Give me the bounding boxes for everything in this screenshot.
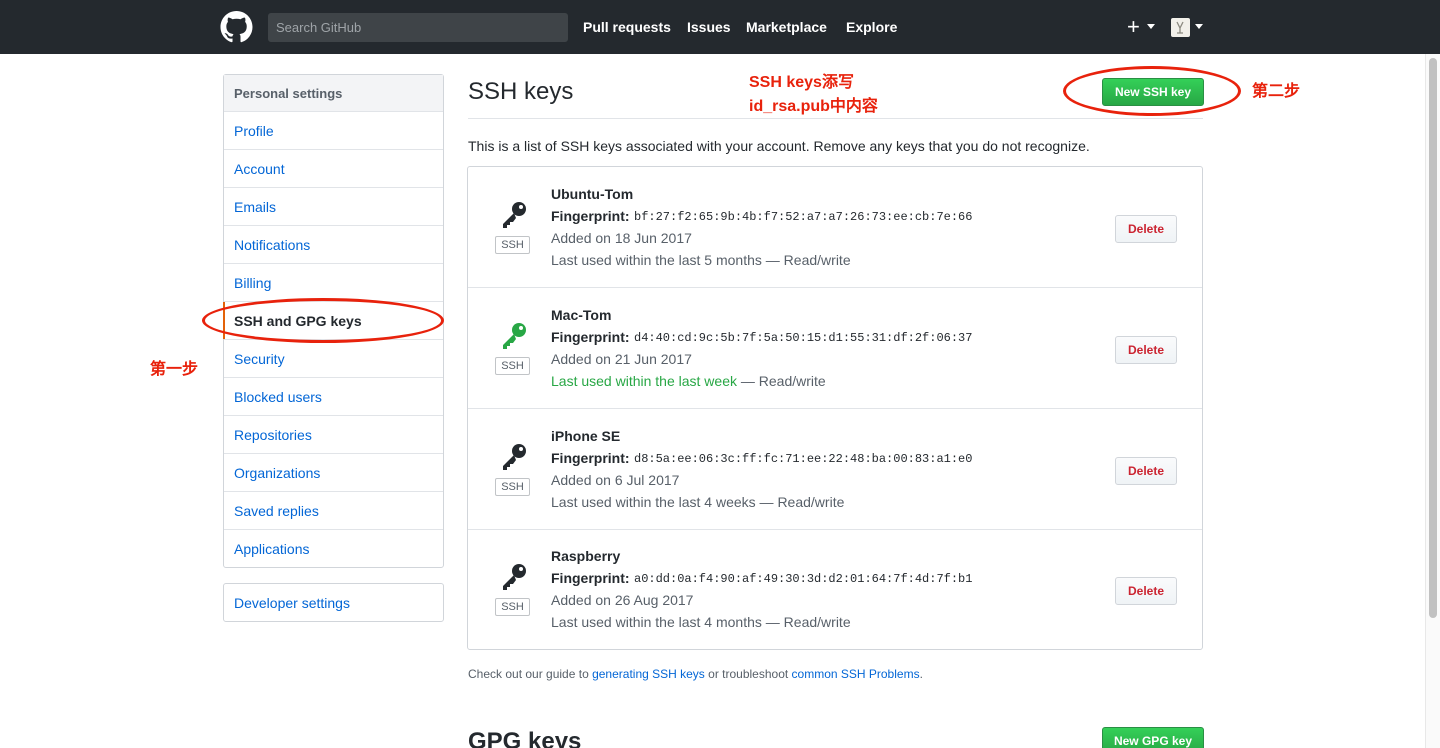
- sidebar-item-billing[interactable]: Billing: [224, 264, 443, 302]
- fingerprint-value: d8:5a:ee:06:3c:ff:fc:71:ee:22:48:ba:00:8…: [634, 452, 973, 466]
- last-used-text: Last used within the last 5 months: [551, 252, 762, 268]
- delete-key-button[interactable]: Delete: [1115, 457, 1177, 485]
- ssh-key-row: SSH iPhone SE Fingerprint: d8:5a:ee:06:3…: [468, 409, 1202, 530]
- ssh-keys-list: SSH Ubuntu-Tom Fingerprint: bf:27:f2:65:…: [467, 166, 1203, 650]
- access-text: — Read/write: [737, 373, 826, 389]
- page-title: SSH keys: [468, 78, 574, 105]
- key-last-used: Last used within the last 4 weeks — Read…: [551, 494, 844, 510]
- key-icon: [503, 323, 526, 349]
- fingerprint-label: Fingerprint:: [551, 570, 630, 586]
- ssh-badge: SSH: [495, 236, 530, 254]
- annotation-ellipse-new-key: [1063, 66, 1241, 116]
- key-title: Raspberry: [551, 548, 621, 564]
- search-input[interactable]: Search GitHub: [268, 13, 568, 42]
- help-prefix: Check out our guide to: [468, 667, 593, 681]
- ssh-key-row: SSH Mac-Tom Fingerprint: d4:40:cd:9c:5b:…: [468, 288, 1202, 409]
- developer-settings-menu: Developer settings: [223, 583, 444, 622]
- fingerprint-value: bf:27:f2:65:9b:4b:f7:52:a7:a7:26:73:ee:c…: [634, 210, 973, 224]
- key-added-date: Added on 26 Aug 2017: [551, 592, 694, 608]
- ssh-badge: SSH: [495, 357, 530, 375]
- sidebar-item-repositories[interactable]: Repositories: [224, 416, 443, 454]
- menu-heading: Personal settings: [224, 75, 443, 112]
- sidebar-item-applications[interactable]: Applications: [224, 530, 443, 568]
- intro-text: This is a list of SSH keys associated wi…: [468, 138, 1090, 154]
- key-icon: [503, 202, 526, 228]
- help-suffix: .: [919, 667, 923, 681]
- user-menu-caret-icon[interactable]: [1195, 24, 1203, 29]
- sidebar-item-profile[interactable]: Profile: [224, 112, 443, 150]
- create-new-plus-icon[interactable]: +: [1127, 14, 1140, 40]
- last-used-text: Last used within the last 4 weeks: [551, 494, 756, 510]
- nav-issues[interactable]: Issues: [687, 19, 731, 35]
- generating-ssh-keys-link[interactable]: generating SSH keys: [592, 667, 705, 681]
- key-title: Ubuntu-Tom: [551, 186, 634, 202]
- github-logo-icon[interactable]: [220, 11, 253, 43]
- annotation-note-line1: SSH keys添写: [749, 74, 854, 91]
- title-divider: [468, 118, 1203, 119]
- access-text: — Read/write: [755, 494, 845, 510]
- sidebar-item-blocked-users[interactable]: Blocked users: [224, 378, 443, 416]
- key-icon: [503, 564, 526, 590]
- help-middle: or troubleshoot: [704, 667, 792, 681]
- ssh-badge: SSH: [495, 478, 530, 496]
- fingerprint-label: Fingerprint:: [551, 329, 630, 345]
- access-text: — Read/write: [761, 614, 851, 630]
- key-title: iPhone SE: [551, 428, 621, 444]
- sidebar-item-saved-replies[interactable]: Saved replies: [224, 492, 443, 530]
- fingerprint-value: d4:40:cd:9c:5b:7f:5a:50:15:d1:55:31:df:2…: [634, 331, 973, 345]
- new-gpg-key-button[interactable]: New GPG key: [1102, 727, 1204, 748]
- help-text: Check out our guide to generating SSH ke…: [468, 667, 923, 681]
- key-added-date: Added on 21 Jun 2017: [551, 351, 692, 367]
- last-used-text: Last used within the last week: [551, 373, 737, 389]
- key-last-used: Last used within the last 4 months — Rea…: [551, 614, 851, 630]
- annotation-step2: 第二步: [1252, 83, 1301, 100]
- last-used-text: Last used within the last 4 months: [551, 614, 762, 630]
- fingerprint-label: Fingerprint:: [551, 450, 630, 466]
- fingerprint-value: a0:dd:0a:f4:90:af:49:30:3d:d2:01:64:7f:4…: [634, 572, 973, 586]
- gpg-keys-title: GPG keys: [468, 728, 582, 748]
- common-ssh-problems-link[interactable]: common SSH Problems: [792, 667, 920, 681]
- sidebar-item-developer-settings[interactable]: Developer settings: [224, 584, 443, 622]
- create-dropdown-caret-icon[interactable]: [1147, 24, 1155, 29]
- key-last-used: Last used within the last 5 months — Rea…: [551, 252, 851, 268]
- scrollbar-thumb[interactable]: [1429, 58, 1437, 618]
- ssh-badge: SSH: [495, 598, 530, 616]
- sidebar-item-organizations[interactable]: Organizations: [224, 454, 443, 492]
- annotation-note-line2: id_rsa.pub中内容: [749, 98, 878, 115]
- key-last-used: Last used within the last week — Read/wr…: [551, 373, 826, 389]
- key-title: Mac-Tom: [551, 307, 612, 323]
- nav-pull-requests[interactable]: Pull requests: [583, 19, 671, 35]
- key-added-date: Added on 18 Jun 2017: [551, 230, 692, 246]
- ssh-key-row: SSH Ubuntu-Tom Fingerprint: bf:27:f2:65:…: [468, 167, 1202, 288]
- sidebar-item-security[interactable]: Security: [224, 340, 443, 378]
- key-added-date: Added on 6 Jul 2017: [551, 472, 680, 488]
- annotation-step1: 第一步: [150, 361, 199, 378]
- fingerprint-label: Fingerprint:: [551, 208, 630, 224]
- sidebar-item-emails[interactable]: Emails: [224, 188, 443, 226]
- delete-key-button[interactable]: Delete: [1115, 336, 1177, 364]
- avatar-image-icon: [1176, 21, 1184, 34]
- nav-marketplace[interactable]: Marketplace: [746, 19, 827, 35]
- user-avatar[interactable]: [1171, 18, 1190, 37]
- page-scrollbar[interactable]: [1425, 54, 1440, 748]
- annotation-ellipse-ssh-menu: [202, 298, 444, 343]
- nav-explore[interactable]: Explore: [846, 19, 897, 35]
- access-text: — Read/write: [761, 252, 851, 268]
- delete-key-button[interactable]: Delete: [1115, 215, 1177, 243]
- top-header: Search GitHub Pull requests Issues Marke…: [0, 0, 1440, 54]
- ssh-key-row: SSH Raspberry Fingerprint: a0:dd:0a:f4:9…: [468, 529, 1202, 650]
- delete-key-button[interactable]: Delete: [1115, 577, 1177, 605]
- sidebar-item-notifications[interactable]: Notifications: [224, 226, 443, 264]
- sidebar-item-account[interactable]: Account: [224, 150, 443, 188]
- key-icon: [503, 444, 526, 470]
